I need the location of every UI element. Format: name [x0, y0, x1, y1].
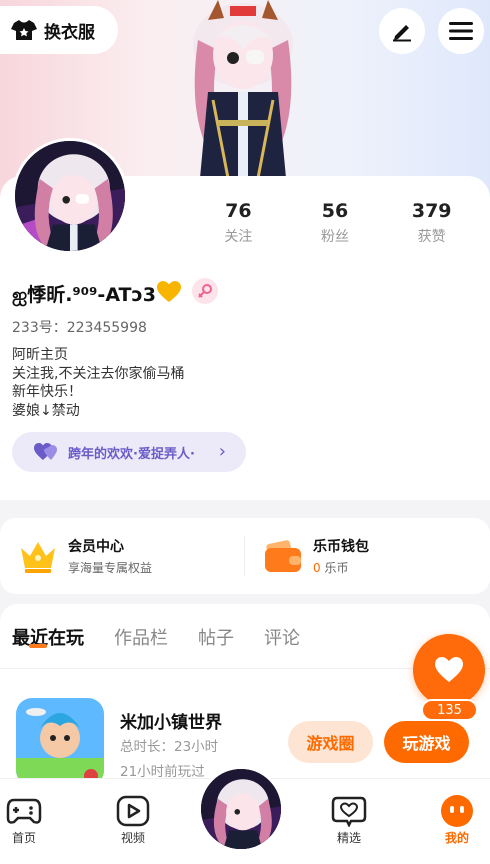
bio-line: 婆娘↓禁动	[12, 402, 80, 419]
like-count: 135	[421, 699, 478, 721]
hamburger-menu-icon	[449, 22, 473, 40]
tab-works[interactable]: 作品栏	[114, 624, 168, 650]
promo-bar: 会员中心 享海量专属权益 乐币钱包 0 乐币	[0, 518, 490, 594]
stat-label: 获赞	[417, 229, 446, 245]
avatar-image	[15, 141, 125, 251]
avatar[interactable]	[12, 138, 128, 254]
game-icon[interactable]	[16, 698, 104, 786]
nav-center-avatar[interactable]	[198, 766, 284, 852]
pen-icon	[393, 25, 411, 42]
female-symbol-icon	[198, 284, 212, 298]
nav-label: 精选	[336, 831, 361, 845]
nav-label: 我的	[444, 831, 469, 845]
wallet-entry[interactable]: 乐币钱包 0 乐币	[245, 536, 490, 576]
nav-home[interactable]: 首页	[0, 793, 54, 846]
fan-group-label: 跨年的欢欢·爱捉弄人·	[68, 446, 195, 462]
video-play-icon	[116, 795, 150, 827]
purple-hearts-icon	[34, 443, 57, 460]
game-circle-button[interactable]: 游戏圈	[288, 721, 373, 763]
bio-line: 新年快乐！	[12, 384, 82, 400]
dress-up-button[interactable]: 换衣服	[0, 6, 118, 54]
nav-featured[interactable]: 精选	[319, 793, 379, 846]
nav-video[interactable]: 视频	[103, 793, 163, 846]
game-icon-image	[16, 698, 104, 786]
stat-followers[interactable]: 56 粉丝	[287, 200, 384, 246]
fan-group-pill[interactable]: 跨年的欢欢·爱捉弄人· ›	[12, 432, 246, 472]
stat-likes[interactable]: 379 获赞	[383, 200, 480, 246]
content-tabs: 最近在玩 作品栏 帖子 评论	[12, 624, 300, 650]
play-game-button[interactable]: 玩游戏	[384, 721, 469, 763]
game-total-duration: 总时长：23小时	[120, 739, 219, 755]
wallet-title: 乐币钱包	[313, 539, 369, 555]
bio-line: 关注我,不关注去你家偷马桶	[12, 365, 185, 382]
gender-badge	[192, 278, 218, 304]
bio-line: 阿昕主页	[12, 347, 68, 363]
stat-following[interactable]: 76 关注	[190, 200, 287, 246]
vip-subtitle: 享海量专属权益	[68, 561, 153, 575]
divider	[244, 536, 245, 576]
tab-posts[interactable]: 帖子	[198, 624, 234, 650]
heart-icon	[435, 657, 463, 682]
like-button[interactable]	[413, 634, 485, 706]
bio: 阿昕主页 关注我,不关注去你家偷马桶 新年快乐！ 婆娘↓禁动	[12, 346, 184, 420]
tshirt-icon	[11, 20, 37, 40]
chevron-right-icon: ›	[218, 441, 226, 462]
stat-number: 56	[321, 200, 349, 222]
stat-label: 关注	[224, 229, 253, 245]
wallet-unit: 乐币	[320, 561, 349, 575]
nav-label: 视频	[120, 831, 145, 845]
dress-up-label: 换衣服	[44, 22, 95, 43]
avatar-3d-figure[interactable]	[178, 0, 308, 178]
wallet-balance: 0 乐币	[313, 559, 369, 576]
stat-label: 粉丝	[321, 229, 349, 245]
tab-recently-played[interactable]: 最近在玩	[12, 624, 84, 650]
username: ஐ悸昕.⁹⁰⁹-ATↄ3	[12, 284, 156, 306]
crown-icon	[21, 542, 55, 573]
menu-button[interactable]	[438, 8, 484, 54]
game-title[interactable]: 米加小镇世界	[120, 708, 222, 733]
nav-label: 首页	[11, 831, 36, 845]
profile-stats: 76 关注 56 粉丝 379 获赞	[190, 200, 480, 246]
yellow-heart-icon	[157, 281, 181, 302]
game-last-played: 21小时前玩过	[120, 764, 205, 780]
stat-number: 379	[411, 200, 452, 222]
vip-title: 会员中心	[68, 539, 124, 555]
gamepad-icon	[6, 798, 42, 824]
user-id: 233号：223455998	[12, 320, 147, 336]
tab-comments[interactable]: 评论	[264, 624, 300, 650]
edit-profile-button[interactable]	[379, 8, 425, 54]
wallet-icon	[265, 540, 301, 572]
nav-mine[interactable]: 我的	[427, 793, 487, 846]
wallet-amount: 0	[313, 561, 321, 575]
center-avatar-image	[201, 769, 281, 849]
vip-center-entry[interactable]: 会员中心 享海量专属权益	[0, 536, 245, 576]
stat-number: 76	[225, 200, 252, 222]
mine-face-icon	[441, 795, 473, 827]
heart-chat-icon	[331, 796, 367, 827]
active-tab-indicator	[29, 644, 47, 648]
